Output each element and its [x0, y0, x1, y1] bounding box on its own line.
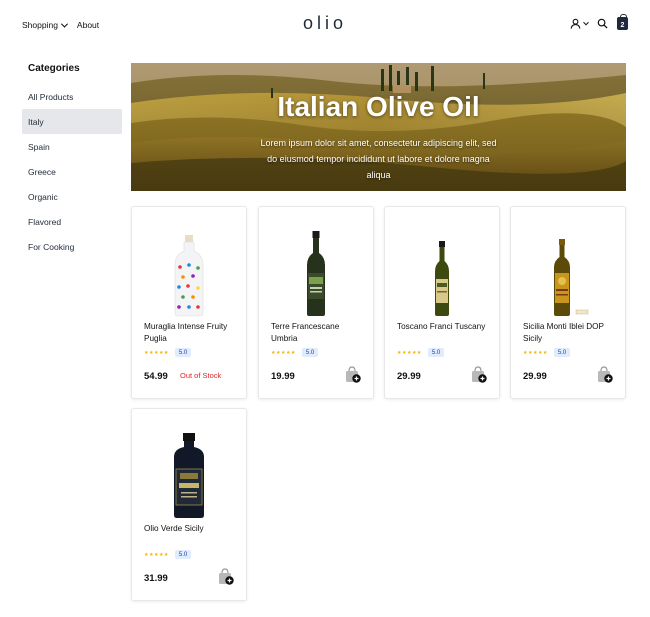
add-to-cart-button[interactable] — [218, 568, 234, 585]
chevron-down-icon — [583, 19, 589, 25]
add-to-cart-icon — [219, 568, 234, 585]
rating-badge: 5.0 — [174, 348, 192, 357]
product-card[interactable]: Muraglia Intense Fruity Puglia ★★★★★ 5.0… — [131, 206, 247, 399]
product-image — [385, 217, 499, 317]
product-price: 31.99 — [144, 573, 168, 584]
product-name[interactable]: Terre Francescane Umbria — [271, 321, 367, 344]
hero-title: Italian Olive Oil — [277, 91, 480, 122]
user-icon — [570, 18, 581, 29]
product-rating: ★★★★★ 5.0 — [271, 348, 319, 357]
product-rating: ★★★★★ 5.0 — [144, 348, 192, 357]
star-rating-icon: ★★★★★ — [144, 551, 169, 558]
product-card[interactable]: Sicilia Monti Iblei DOP Sicily ★★★★★ 5.0… — [510, 206, 626, 399]
sidebar-title: Categories — [28, 62, 80, 74]
site-logo[interactable]: olio — [0, 13, 650, 34]
header-actions: 2 — [570, 14, 628, 30]
cart-icon: 2 — [617, 14, 628, 30]
cart-button[interactable]: 2 — [617, 14, 628, 30]
search-icon — [597, 18, 608, 29]
star-rating-icon: ★★★★★ — [397, 349, 422, 356]
product-rating: ★★★★★ 5.0 — [397, 348, 445, 357]
bottle-image — [554, 239, 589, 316]
product-price: 19.99 — [271, 371, 295, 382]
account-button[interactable] — [570, 18, 589, 29]
product-name[interactable]: Toscano Franci Tuscany — [397, 321, 493, 333]
site-header: Shopping About olio 2 — [0, 0, 650, 52]
star-rating-icon: ★★★★★ — [144, 349, 169, 356]
product-price: 29.99 — [397, 371, 421, 382]
cart-count: 2 — [620, 22, 625, 29]
bottle-image — [174, 235, 204, 317]
category-sidebar: Categories All Products Italy Spain Gree… — [22, 60, 122, 259]
bottle-image — [307, 231, 325, 316]
stock-status: Out of Stock — [180, 371, 222, 380]
product-rating: ★★★★★ 5.0 — [523, 348, 571, 357]
sidebar-item-italy[interactable]: Italy — [22, 109, 122, 134]
sidebar-item-greece[interactable]: Greece — [22, 159, 122, 184]
sidebar-item-organic[interactable]: Organic — [22, 184, 122, 209]
add-to-cart-button[interactable] — [345, 366, 361, 383]
product-name[interactable]: Olio Verde Sicily — [144, 523, 240, 535]
product-image — [132, 419, 246, 519]
add-to-cart-button[interactable] — [597, 366, 613, 383]
bottle-image — [174, 433, 204, 518]
rating-badge: 5.0 — [301, 348, 319, 357]
add-to-cart-icon — [472, 366, 487, 383]
sidebar-item-for-cooking[interactable]: For Cooking — [22, 234, 122, 259]
product-price: 29.99 — [523, 371, 547, 382]
sidebar-item-flavored[interactable]: Flavored — [22, 209, 122, 234]
bottle-image — [435, 241, 449, 316]
search-button[interactable] — [597, 18, 608, 29]
sidebar-item-all-products[interactable]: All Products — [22, 84, 122, 109]
product-name[interactable]: Muraglia Intense Fruity Puglia — [144, 321, 240, 344]
star-rating-icon: ★★★★★ — [271, 349, 296, 356]
product-card[interactable]: Terre Francescane Umbria ★★★★★ 5.0 19.99 — [258, 206, 374, 399]
add-to-cart-button[interactable] — [471, 366, 487, 383]
star-rating-icon: ★★★★★ — [523, 349, 548, 356]
sidebar-item-spain[interactable]: Spain — [22, 134, 122, 159]
hero-banner: Italian Olive Oil Lorem ipsum dolor sit … — [131, 63, 626, 191]
add-to-cart-icon — [598, 366, 613, 383]
add-to-cart-icon — [346, 366, 361, 383]
rating-badge: 5.0 — [427, 348, 445, 357]
product-price: 54.99 — [144, 371, 168, 382]
product-image — [259, 217, 373, 317]
product-image — [511, 217, 625, 317]
rating-badge: 5.0 — [174, 550, 192, 559]
product-image — [132, 217, 246, 317]
hero-subtitle: Lorem ipsum dolor sit amet, consectetur … — [260, 138, 497, 180]
rating-badge: 5.0 — [553, 348, 571, 357]
product-name[interactable]: Sicilia Monti Iblei DOP Sicily — [523, 321, 619, 344]
product-card[interactable]: Olio Verde Sicily ★★★★★ 5.0 31.99 — [131, 408, 247, 601]
product-card[interactable]: Toscano Franci Tuscany ★★★★★ 5.0 29.99 — [384, 206, 500, 399]
product-rating: ★★★★★ 5.0 — [144, 550, 192, 559]
